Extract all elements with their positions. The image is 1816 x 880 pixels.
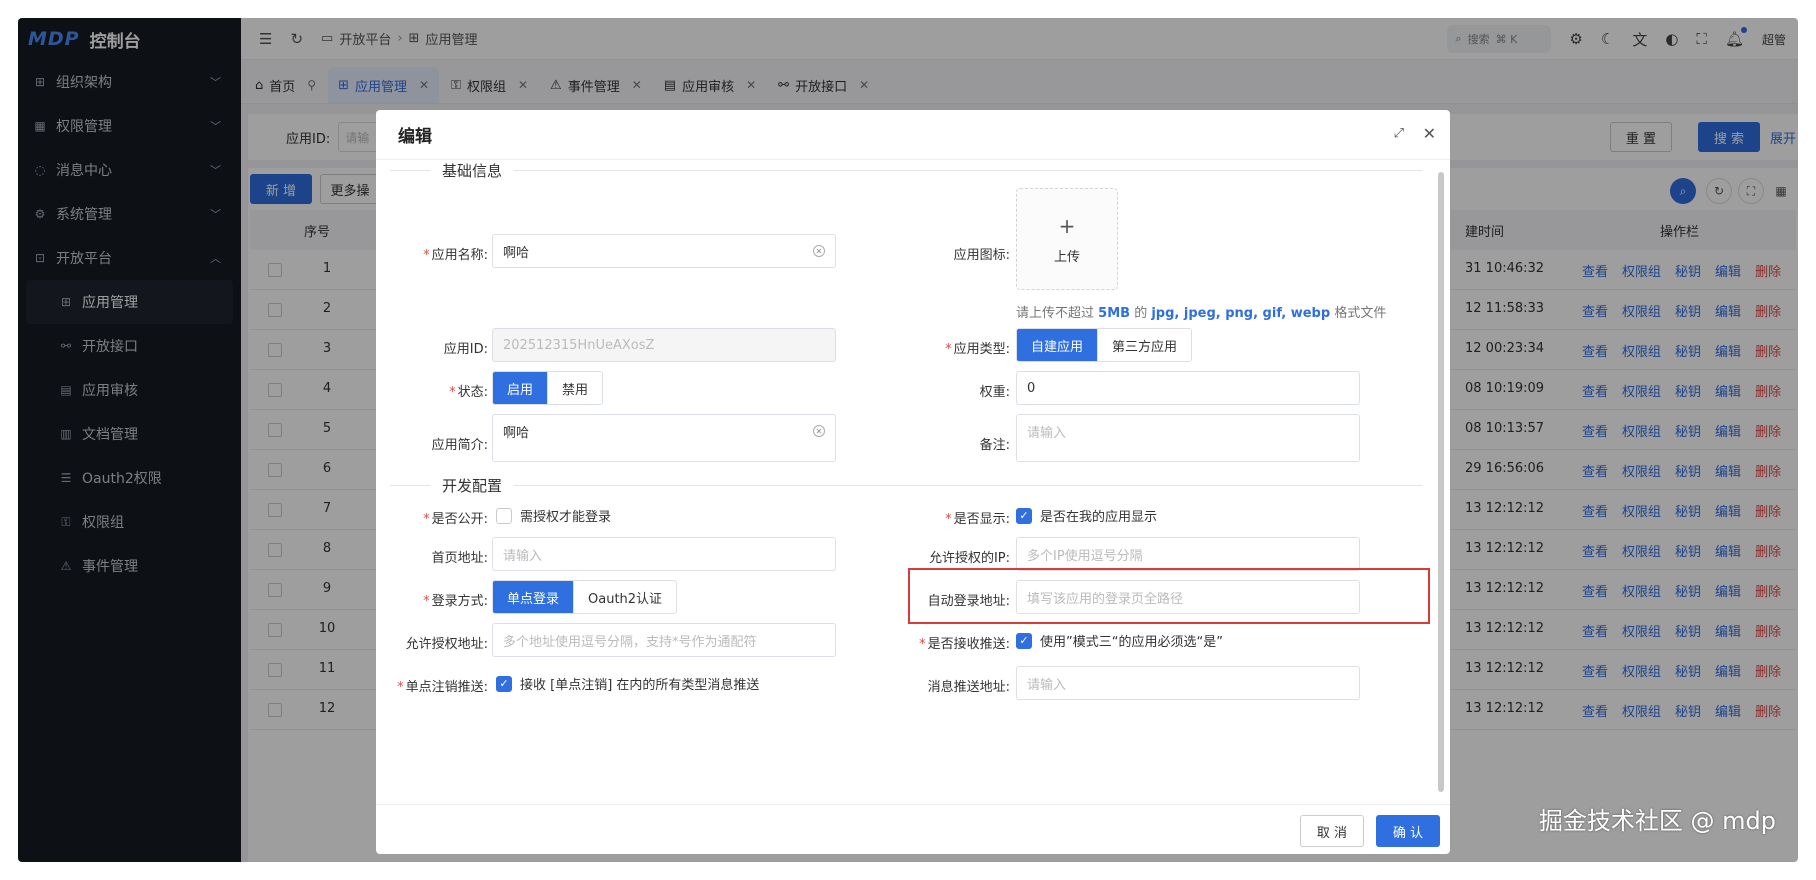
upload-hint-text: 的 xyxy=(1134,306,1148,321)
sso-logout-label: * 单点注销推送: xyxy=(397,680,488,695)
checkbox-label: 是否在我的应用显示 xyxy=(1040,510,1158,525)
clear-icon[interactable]: ✕ xyxy=(813,425,825,437)
status-selector: 启用 禁用 xyxy=(492,371,604,405)
login-mode-selector: 单点登录 Oauth2认证 xyxy=(492,580,678,614)
section-dev: 开发配置 xyxy=(390,475,1422,495)
upload-hint-text: 请上传不超过 xyxy=(1016,306,1095,321)
status-option-disabled[interactable]: 禁用 xyxy=(547,372,602,404)
homepage-input[interactable]: 请输入 xyxy=(492,537,836,571)
allowed-ip-label: 允许授权的IP: xyxy=(928,551,1010,566)
close-icon[interactable]: ✕ xyxy=(1423,124,1436,143)
highlight-box xyxy=(908,568,1430,624)
weight-label: 权重: xyxy=(979,385,1010,400)
allowed-addr-input[interactable]: 多个地址使用逗号分隔，支持*号作为通配符 xyxy=(492,623,836,657)
modal-title: 编辑 xyxy=(398,127,432,147)
public-checkbox[interactable]: 需授权才能登录 xyxy=(496,506,611,525)
modal-header: 编辑 ⤢ ✕ xyxy=(376,110,1450,160)
watermark: 掘金技术社区 @ mdp xyxy=(1538,807,1776,835)
app-window: MDP 控制台 ⊞ 组织架构 ﹀ ▦ 权限管理 ﹀ ◌ 消息中心 ﹀ ⚙ 系统管理 ﹀ ⊡ 开放平… xyxy=(18,18,1798,862)
modal-footer: 取 消 确 认 xyxy=(376,804,1450,854)
section-title: 开发配置 xyxy=(442,476,503,495)
app-id-input: 202512315HnUeAXosZ xyxy=(492,328,836,362)
status-label: * 状态: xyxy=(449,385,488,400)
upload-label: 上传 xyxy=(1053,249,1080,265)
modal-scrollbar[interactable] xyxy=(1438,172,1444,792)
intro-textarea[interactable]: 啊哈 ✕ xyxy=(492,414,836,462)
allowed-addr-label: 允许授权地址: xyxy=(405,637,488,652)
divider xyxy=(514,484,1422,486)
remark-textarea[interactable]: 请输入 xyxy=(1016,414,1360,462)
upload-area[interactable]: + 上传 xyxy=(1016,188,1118,290)
intro-value: 啊哈 xyxy=(503,426,530,441)
status-option-enabled[interactable]: 启用 xyxy=(493,372,548,404)
app-type-option-self[interactable]: 自建应用 xyxy=(1017,329,1098,361)
check-icon: ✓ xyxy=(1016,507,1032,524)
app-id-label: 应用ID: xyxy=(443,342,488,357)
login-mode-label: * 登录方式: xyxy=(423,594,488,609)
check-icon: ✓ xyxy=(1016,632,1032,649)
divider xyxy=(390,484,430,486)
weight-input[interactable]: 0 xyxy=(1016,371,1360,405)
app-type-selector: 自建应用 第三方应用 xyxy=(1016,328,1193,362)
plus-icon: + xyxy=(1058,213,1076,238)
clear-icon[interactable]: ✕ xyxy=(813,245,825,257)
checkbox-label: 需授权才能登录 xyxy=(520,510,612,525)
section-basic: 基础信息 xyxy=(390,160,1422,180)
confirm-button[interactable]: 确 认 xyxy=(1376,815,1440,847)
upload-hint-size: 5MB xyxy=(1098,306,1131,321)
display-checkbox[interactable]: ✓ 是否在我的应用显示 xyxy=(1016,506,1157,525)
maximize-icon[interactable]: ⤢ xyxy=(1394,126,1404,141)
check-icon: ✓ xyxy=(496,675,512,692)
allowed-ip-input[interactable]: 多个IP使用逗号分隔 xyxy=(1016,537,1360,571)
homepage-label: 首页地址: xyxy=(431,551,488,566)
divider xyxy=(514,169,1422,171)
app-icon-label: 应用图标: xyxy=(953,248,1010,263)
app-type-label: * 应用类型: xyxy=(945,342,1010,357)
login-mode-option-sso[interactable]: 单点登录 xyxy=(493,581,574,613)
edit-modal: 编辑 ⤢ ✕ 基础信息 * 应用名称: 啊哈 ✕ 应用图标: + 上传 请上传不超过… xyxy=(376,110,1450,854)
checkbox-box xyxy=(496,507,512,524)
login-mode-option-oauth2[interactable]: Oauth2认证 xyxy=(573,581,676,613)
display-label: * 是否显示: xyxy=(945,512,1010,527)
upload-hint-types: jpg, jpeg, png, gif, webp xyxy=(1151,306,1331,321)
app-name-label: * 应用名称: xyxy=(423,248,488,263)
app-type-option-third[interactable]: 第三方应用 xyxy=(1097,329,1191,361)
app-name-value: 啊哈 xyxy=(503,245,530,261)
divider xyxy=(390,169,430,171)
receive-push-checkbox[interactable]: ✓ 使用”模式三“的应用必须选“是” xyxy=(1016,631,1223,650)
intro-label: 应用简介: xyxy=(431,438,488,453)
receive-push-label: * 是否接收推送: xyxy=(919,637,1010,652)
app-name-input[interactable]: 啊哈 ✕ xyxy=(492,234,836,268)
remark-label: 备注: xyxy=(979,438,1010,453)
cancel-button[interactable]: 取 消 xyxy=(1300,815,1364,847)
upload-hint: 请上传不超过 5MB 的 jpg, jpeg, png, gif, webp 格… xyxy=(1016,302,1386,321)
sso-logout-checkbox[interactable]: ✓ 接收 [单点注销] 在内的所有类型消息推送 xyxy=(496,674,759,693)
public-label: * 是否公开: xyxy=(423,512,488,527)
upload-hint-text: 格式文件 xyxy=(1334,306,1387,321)
checkbox-label: 接收 [单点注销] 在内的所有类型消息推送 xyxy=(520,678,760,693)
msg-push-label: 消息推送地址: xyxy=(927,680,1010,695)
msg-push-input[interactable]: 请输入 xyxy=(1016,666,1360,700)
checkbox-label: 使用”模式三“的应用必须选“是” xyxy=(1040,635,1223,650)
section-title: 基础信息 xyxy=(442,161,503,180)
